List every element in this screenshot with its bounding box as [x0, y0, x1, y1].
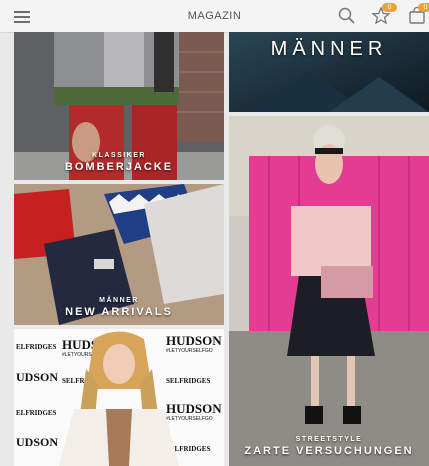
tile-kicker: MÄNNER	[99, 297, 139, 304]
tile-hudson-selfridges[interactable]: ELFRIDGES HUDSON #LETYOURSELFGO HUDSON #…	[14, 329, 224, 466]
tile-headline: ZARTE VERSUCHUNGEN	[244, 445, 414, 457]
tile-headline: MÄNNER	[270, 38, 388, 60]
tile-headline: NEW ARRIVALS	[65, 306, 173, 318]
cart-icon[interactable]: 0	[407, 3, 429, 26]
watchlist-count-badge: 0	[382, 3, 397, 12]
tile-headline: BOMBERJACKE	[64, 161, 174, 173]
tile-bomberjacke[interactable]: KLASSIKER BOMBERJACKE	[14, 32, 224, 180]
tile-kicker: STREETSTYLE	[295, 436, 363, 443]
app-header: MAGAZIN 0 0	[0, 0, 429, 33]
tile-caption: MÄNNER NEW ARRIVALS	[14, 297, 224, 318]
cart-count-badge: 0	[418, 3, 429, 12]
streetstyle-photo	[229, 116, 429, 466]
celebrity-photo	[59, 331, 179, 466]
tile-kicker: KLASSIKER	[92, 152, 146, 159]
tile-streetstyle[interactable]: STREETSTYLE ZARTE VERSUCHUNGEN	[229, 116, 429, 466]
page-title: MAGAZIN	[187, 10, 242, 22]
tile-caption: MÄNNER	[229, 38, 429, 61]
tile-caption: KLASSIKER BOMBERJACKE	[14, 152, 224, 173]
tile-new-arrivals[interactable]: MÄNNER NEW ARRIVALS	[14, 184, 224, 325]
tile-maenner[interactable]: MÄNNER	[229, 32, 429, 112]
search-icon[interactable]	[337, 6, 357, 26]
watchlist-star-icon[interactable]: 0	[371, 3, 397, 26]
tile-caption: STREETSTYLE ZARTE VERSUCHUNGEN	[229, 436, 429, 457]
